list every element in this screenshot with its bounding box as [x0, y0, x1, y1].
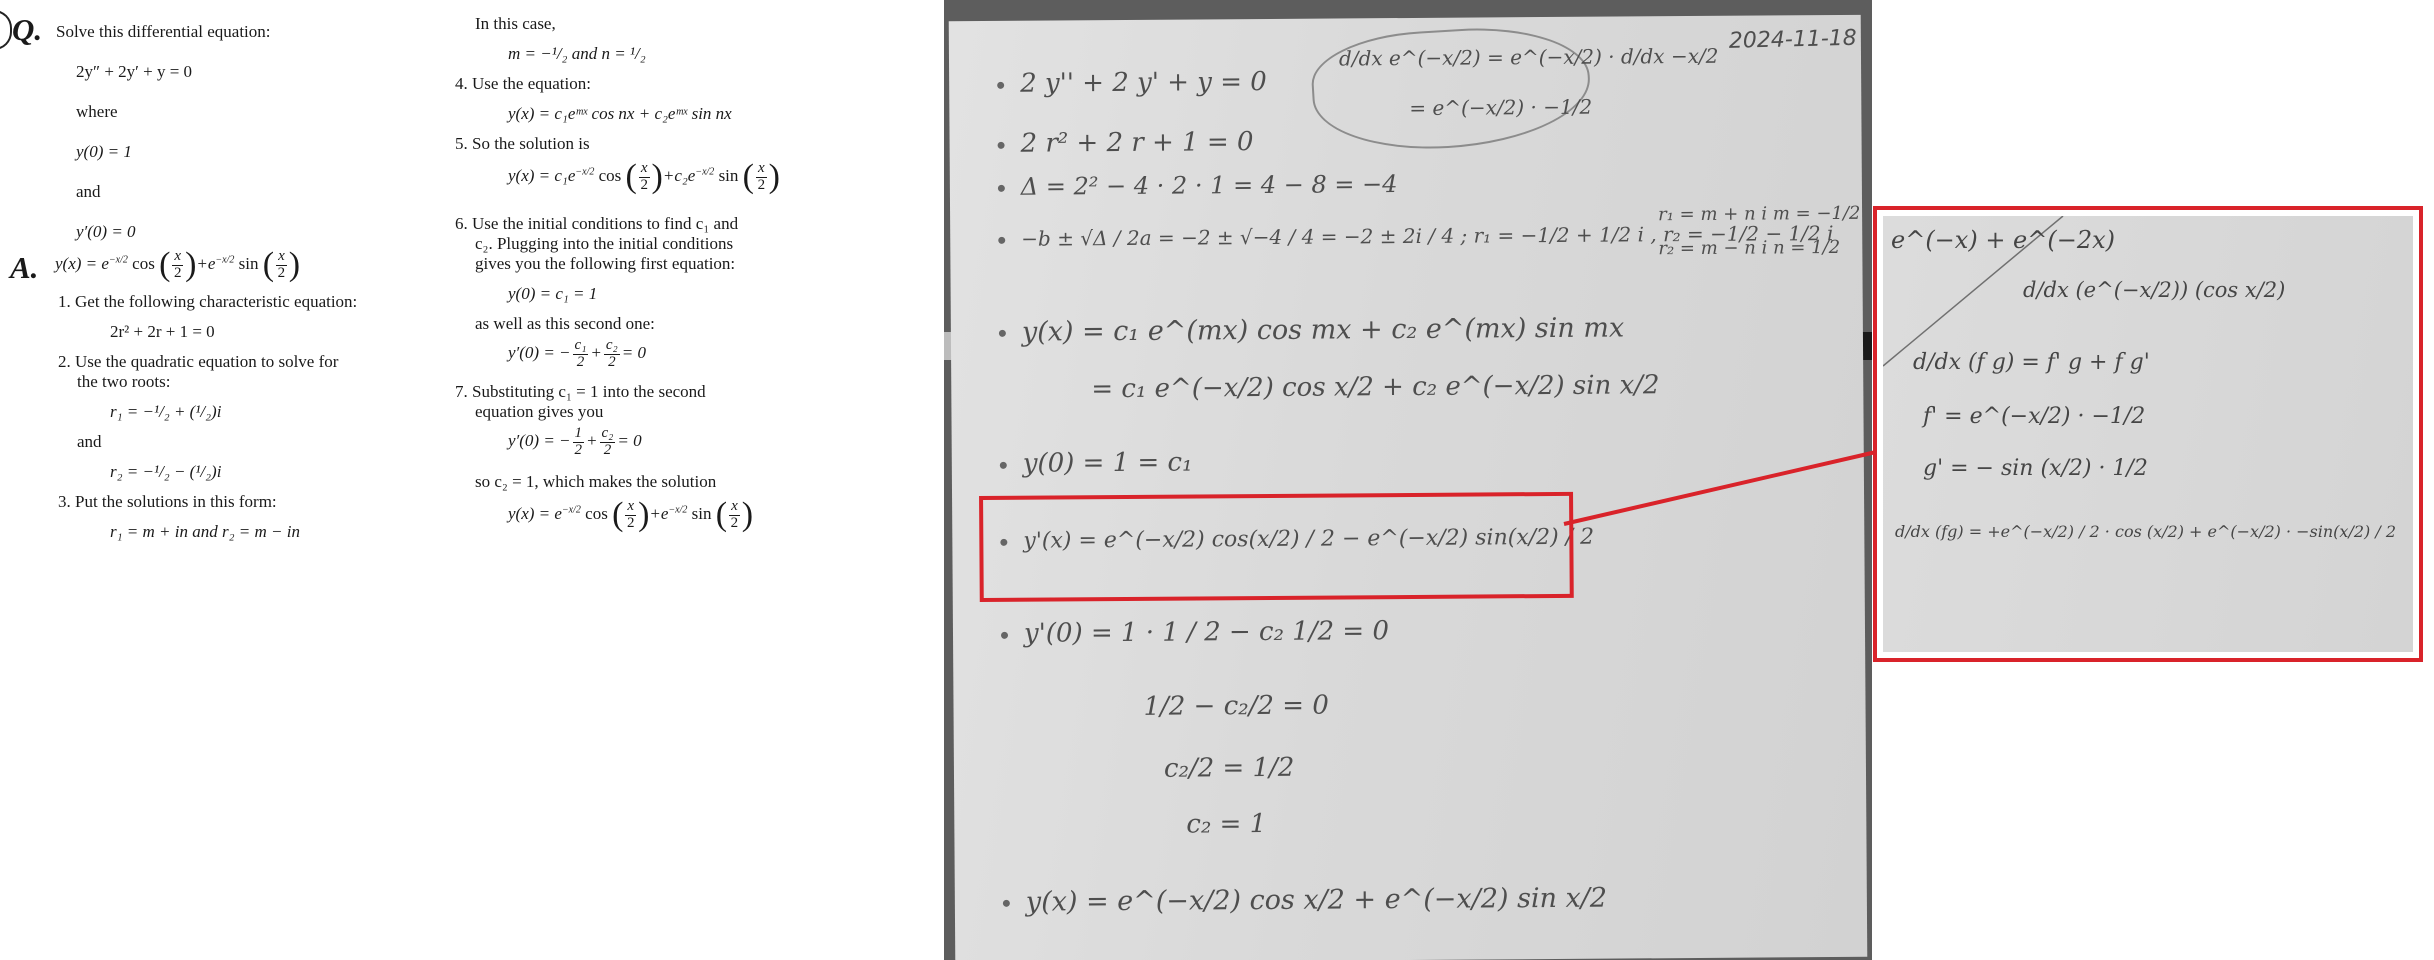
step-1-equation: 2r² + 2r + 1 = 0	[110, 322, 215, 341]
step-2-cont: the two roots:	[77, 372, 171, 391]
step-5-equation: y(x) = c₁e−x/2 cos (x 2)+c₂e−x/2 sin (x 2)	[508, 158, 780, 195]
hw-line-5: y(x) = c₁ e^(mx) cos mx + c₂ e^(mx) sin …	[998, 312, 1624, 348]
answer-exp-2: −x/2	[215, 254, 235, 266]
question-condition-2: y′(0) = 0	[76, 222, 136, 241]
side-note-cloud	[1308, 21, 1594, 156]
answer-result: y(x) = e−x/2 cos (x 2)+e−x/2 sin (x 2)	[55, 246, 301, 283]
inset-line-2: d/dx (e^(−x/2)) (cos x/2)	[2023, 278, 2286, 302]
step-7-cont: equation gives you	[475, 402, 604, 421]
handwritten-date: 2024-11-18	[1728, 25, 1858, 54]
step-6-cont-1: c₂. Plugging into the initial conditions	[475, 234, 734, 253]
question-bracket-mark	[0, 10, 12, 50]
step-4: 4. Use the equation:	[455, 74, 591, 93]
answer-frac-2: x2	[276, 247, 287, 281]
hw-line-13: y(x) = e^(−x/2) cos x/2 + e^(−x/2) sin x…	[1002, 883, 1607, 918]
answer-sin: sin	[238, 253, 259, 273]
callout-connector	[1563, 450, 1877, 526]
answer-letter: A.	[10, 250, 39, 285]
step-6-equation-1: y(0) = c₁ = 1	[508, 284, 598, 303]
case-intro: In this case,	[475, 14, 556, 33]
step-3-equation: r₁ = m + in and r₂ = m − in	[110, 522, 300, 541]
inset-line-4: f' = e^(−x/2) · −1/2	[1923, 404, 2146, 429]
answer-cos: cos	[132, 253, 155, 273]
answer-exp-1: −x/2	[108, 254, 128, 266]
hw-line-9: y'(0) = 1 · 1 / 2 − c₂ 1/2 = 0	[1000, 616, 1389, 649]
step-7-conclusion: so c₂ = 1, which makes the solution	[475, 472, 717, 491]
inset-line-6: d/dx (fg) = +e^(−x/2) / 2 · cos (x/2) + …	[1895, 522, 2396, 541]
zoom-inset: e^(−x) + e^(−2x) d/dx (e^(−x/2)) (cos x/…	[1873, 206, 2423, 662]
step-2: 2. Use the quadratic equation to solve f…	[58, 352, 339, 371]
inset-line-1: e^(−x) + e^(−2x)	[1891, 226, 2116, 254]
hw-line-6: = c₁ e^(−x/2) cos x/2 + c₂ e^(−x/2) sin …	[1091, 370, 1660, 405]
step-6: 6. Use the initial conditions to find c₁…	[455, 214, 739, 233]
hw-line-10: 1/2 − c₂/2 = 0	[1143, 690, 1329, 722]
root-1: r₁ = −¹/₂ + (¹/₂)i	[110, 402, 222, 421]
step-2-and: and	[77, 432, 102, 451]
typeset-solution: Q. Solve this differential equation: 2y″…	[0, 0, 940, 960]
question-condition-1: y(0) = 1	[76, 142, 132, 161]
question-equation: 2y″ + 2y′ + y = 0	[76, 62, 193, 81]
cloud-line-1: d/dx e^(−x/2) = e^(−x/2) · d/dx −x/2	[1338, 43, 1719, 71]
question-prompt: Solve this differential equation:	[56, 22, 271, 41]
hw-line-3: Δ = 2² − 4 · 2 · 1 = 4 − 8 = −4	[997, 170, 1398, 201]
hw-line-4c: r₂ = m − n i n = 1/2	[1658, 236, 1841, 260]
hw-line-1: 2 y'' + 2 y' + y = 0	[997, 67, 1267, 99]
hw-line-12: c₂ = 1	[1186, 808, 1267, 840]
question-letter: Q.	[12, 12, 43, 47]
hw-line-7: y(0) = 1 = c₁	[999, 448, 1193, 479]
hw-line-11: c₂/2 = 1/2	[1163, 752, 1295, 784]
inset-line-3: d/dx (f g) = f' g + f g'	[1913, 350, 2150, 375]
question-where: where	[76, 102, 118, 121]
answer-lhs: y(x) = e	[55, 253, 109, 273]
step-3: 3. Put the solutions in this form:	[58, 492, 277, 511]
answer-frac-1: x2	[172, 247, 184, 281]
step-7-equation: y′(0) = −1 2 + c₂ 2 = 0	[508, 425, 642, 458]
step-6-cont-2: gives you the following first equation:	[475, 254, 736, 273]
step-1: 1. Get the following characteristic equa…	[58, 292, 358, 311]
cloud-line-2: = e^(−x/2) · −1/2	[1409, 94, 1593, 120]
highlight-box	[979, 491, 1574, 602]
question-and: and	[76, 182, 101, 201]
step-5: 5. So the solution is	[455, 134, 590, 153]
step-4-equation: y(x) = c₁eᵐˣ cos nx + c₂eᵐˣ sin nx	[508, 104, 732, 123]
inset-line-5: g' = − sin (x/2) · 1/2	[1923, 456, 2148, 481]
answer-plus: +e	[196, 253, 216, 273]
root-2: r₂ = −¹/₂ − (¹/₂)i	[110, 462, 222, 481]
step-6-equation-2: y′(0) = − c₁ 2 + c₂ 2 = 0	[508, 337, 646, 370]
final-solution: y(x) = e−x/2 cos (x 2)+e−x/2 sin (x 2)	[508, 496, 754, 533]
zoom-inset-photo: e^(−x) + e^(−2x) d/dx (e^(−x/2)) (cos x/…	[1883, 216, 2413, 652]
step-7: 7. Substituting c₁ = 1 into the second	[455, 382, 706, 401]
hw-line-4b: r₁ = m + n i m = −1/2	[1658, 202, 1861, 226]
m-n-values: m = −¹/₂ and n = ¹/₂	[508, 44, 646, 63]
step-6-cont-3: as well as this second one:	[475, 314, 655, 333]
hw-line-2: 2 r² + 2 r + 1 = 0	[997, 127, 1254, 159]
